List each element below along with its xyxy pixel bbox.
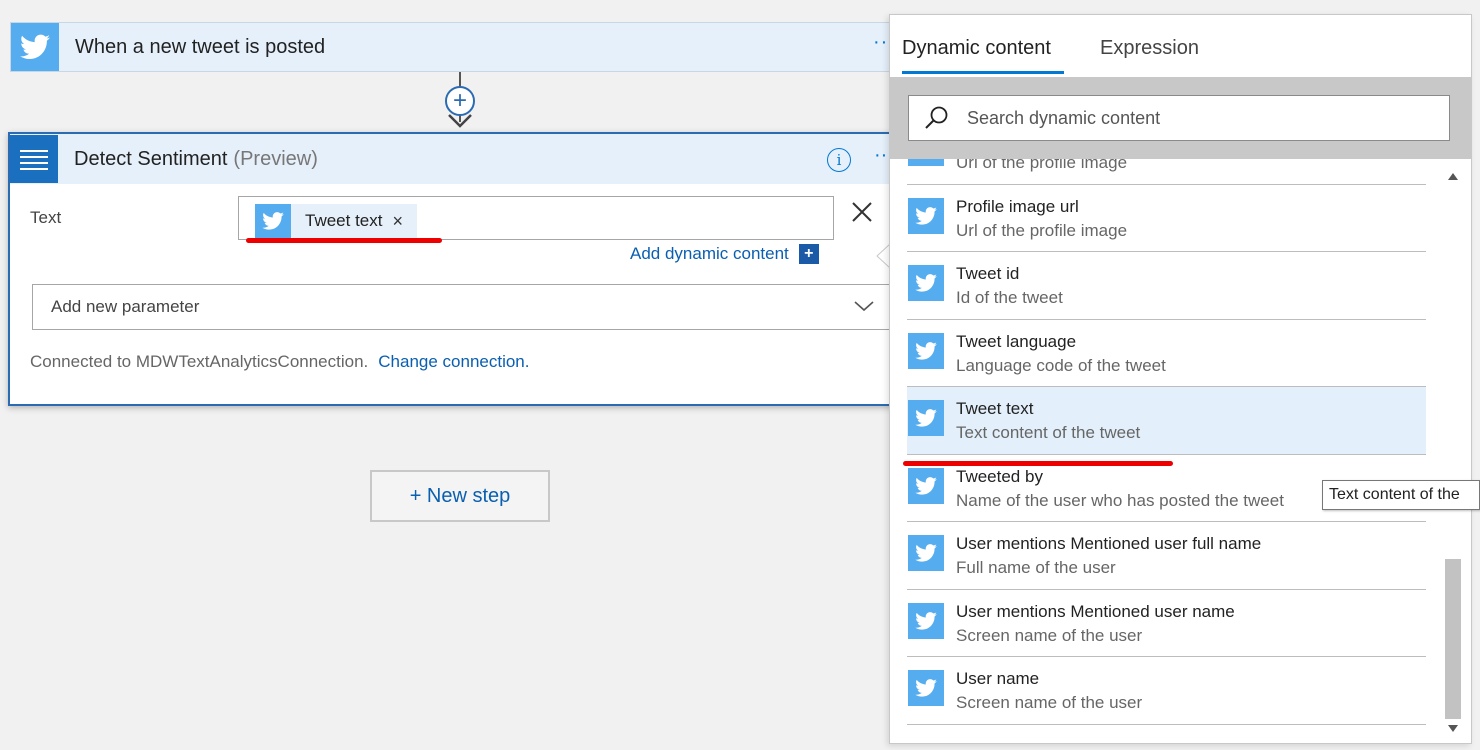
list-item[interactable]: Profile image url Url of the profile imag… xyxy=(907,185,1426,252)
list-item[interactable]: User mentions Mentioned user name Screen … xyxy=(907,590,1426,657)
item-name: Tweet text xyxy=(956,399,1034,418)
connection-text: Connected to MDWTextAnalyticsConnection. xyxy=(30,352,369,371)
item-description: Full name of the user xyxy=(956,558,1116,577)
item-name: User mentions Mentioned user name xyxy=(956,601,1235,621)
add-dynamic-label: Add dynamic content xyxy=(630,244,789,263)
item-name: Tweet id xyxy=(956,264,1020,283)
text-input[interactable]: Tweet text × xyxy=(238,196,834,240)
dropdown-placeholder: Add new parameter xyxy=(51,297,200,316)
twitter-icon xyxy=(908,332,944,369)
selected-highlight-underline xyxy=(903,461,1173,466)
token-label: Tweet text xyxy=(305,211,383,230)
tab-expression[interactable]: Expression xyxy=(1100,37,1199,60)
flow-arrow-icon xyxy=(448,114,472,128)
twitter-icon xyxy=(908,670,944,706)
scroll-down-icon[interactable] xyxy=(1448,725,1458,732)
twitter-icon xyxy=(11,23,59,71)
scroll-thumb[interactable] xyxy=(1445,559,1461,719)
item-description: Text content of the tweet xyxy=(956,423,1141,442)
item-description: Screen name of the user xyxy=(956,693,1143,712)
trigger-card[interactable]: When a new tweet is posted ··· xyxy=(10,22,910,72)
trigger-title: When a new tweet is posted xyxy=(75,35,326,58)
detect-sentiment-card[interactable]: Detect Sentiment (Preview) i ··· Text Twe… xyxy=(8,132,908,406)
search-placeholder: Search dynamic content xyxy=(967,107,1161,128)
twitter-icon xyxy=(908,400,944,436)
twitter-icon xyxy=(908,602,944,639)
dynamic-content-panel: Dynamic content Expression Search dynami… xyxy=(889,14,1472,744)
item-description: Name of the user who has posted the twee… xyxy=(956,490,1284,510)
flyout-pointer xyxy=(876,244,890,268)
add-new-parameter-dropdown[interactable]: Add new parameter xyxy=(32,284,894,330)
list-item[interactable]: Tweet id Id of the tweet xyxy=(907,252,1426,320)
tab-dynamic-content[interactable]: Dynamic content xyxy=(902,37,1051,60)
preview-tag: (Preview) xyxy=(233,147,318,170)
change-connection-link[interactable]: Change connection. xyxy=(378,352,529,371)
info-icon[interactable]: i xyxy=(827,148,851,172)
item-name: Tweeted by xyxy=(956,466,1043,486)
item-name: User name xyxy=(956,669,1040,688)
search-area: Search dynamic content xyxy=(890,77,1471,159)
item-name: Tweet language xyxy=(956,331,1077,351)
search-icon xyxy=(925,106,948,129)
list-item[interactable]: User mentions Mentioned user full name Fu… xyxy=(907,522,1426,590)
action-title: Detect Sentiment (Preview) xyxy=(74,147,318,170)
item-description: Url of the profile image xyxy=(956,220,1128,240)
twitter-icon xyxy=(908,265,944,301)
item-name: User mentions Mentioned user full name xyxy=(956,534,1262,553)
item-description: Id of the tweet xyxy=(956,288,1063,307)
connection-info: Connected to MDWTextAnalyticsConnection.… xyxy=(30,352,530,372)
twitter-icon xyxy=(255,204,291,238)
list-item[interactable]: Tweet text Text content of the tweet xyxy=(907,387,1426,455)
clear-field-icon[interactable] xyxy=(848,198,876,226)
dynamic-content-list: Original tweet user profile image urlUrl… xyxy=(907,159,1426,743)
tweet-text-token[interactable]: Tweet text × xyxy=(255,204,417,238)
text-analytics-icon xyxy=(10,135,58,183)
chevron-down-icon xyxy=(854,301,874,312)
item-description: Url of the profile image xyxy=(956,159,1128,172)
new-step-button[interactable]: + New step xyxy=(370,470,550,522)
twitter-icon xyxy=(908,467,944,504)
panel-tabs: Dynamic content Expression xyxy=(890,15,1471,77)
list-item[interactable]: User name Screen name of the user xyxy=(907,657,1426,725)
scroll-up-icon[interactable] xyxy=(1448,173,1458,180)
add-dynamic-content-link[interactable]: Add dynamic content + xyxy=(630,244,819,264)
item-name: Profile image url xyxy=(956,196,1079,216)
token-remove-button[interactable]: × xyxy=(392,211,403,232)
text-field-label: Text xyxy=(30,208,62,227)
twitter-icon xyxy=(908,535,944,571)
tooltip: Text content of the xyxy=(1322,480,1480,510)
list-item[interactable]: Original tweet user profile image urlUrl… xyxy=(907,159,1426,185)
scrollbar[interactable] xyxy=(1442,159,1464,743)
twitter-icon xyxy=(908,159,944,166)
highlight-underline xyxy=(246,238,442,243)
item-description: Screen name of the user xyxy=(956,625,1143,645)
search-input[interactable]: Search dynamic content xyxy=(908,95,1450,141)
item-description: Language code of the tweet xyxy=(956,355,1166,375)
action-header[interactable]: Detect Sentiment (Preview) i ··· xyxy=(10,134,906,184)
add-dynamic-plus-icon: + xyxy=(798,244,819,264)
list-item[interactable]: Tweet language Language code of the tweet xyxy=(907,320,1426,387)
twitter-icon xyxy=(908,197,944,234)
active-tab-indicator xyxy=(902,71,1064,74)
